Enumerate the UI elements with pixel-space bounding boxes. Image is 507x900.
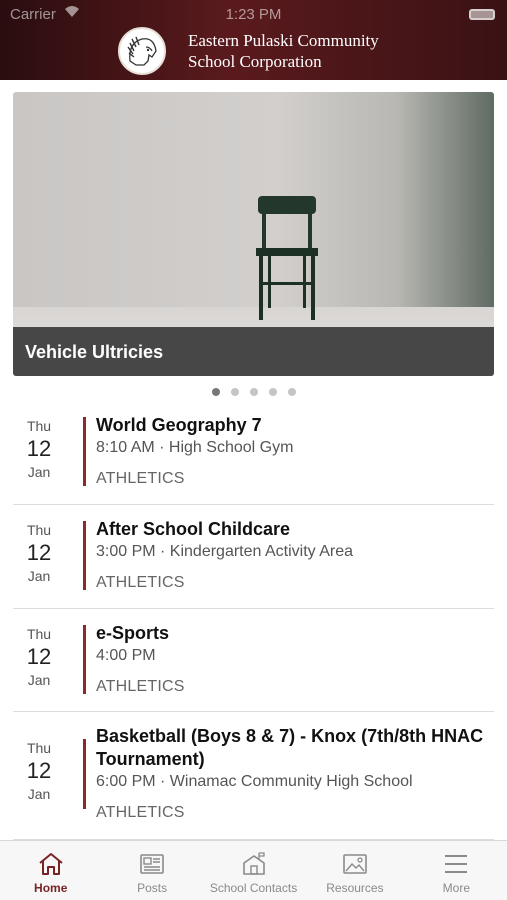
event-time-location: 4:00 PM [96, 647, 156, 664]
indian-head-logo-icon[interactable] [118, 27, 166, 75]
event-accent-bar [83, 521, 86, 590]
organization-name: Eastern Pulaski Community School Corpora… [188, 30, 448, 72]
event-title: After School Childcare [96, 519, 291, 539]
tab-label: Home [34, 881, 68, 895]
event-info: World Geography 7 8:10 AM · High School … [96, 414, 491, 488]
event-title: World Geography 7 [96, 415, 262, 435]
event-item[interactable]: Thu 12 Jan Basketball (Boys 8 & 7) - Kno… [0, 712, 507, 840]
event-month: Jan [27, 786, 51, 802]
battery-icon [469, 9, 495, 20]
event-accent-bar [83, 625, 86, 694]
home-icon [39, 853, 63, 875]
hamburger-menu-icon [445, 855, 468, 873]
event-month: Jan [27, 672, 51, 688]
org-name-line2: School Corporation [188, 52, 322, 71]
tab-home[interactable]: Home [0, 841, 101, 900]
event-title: Basketball (Boys 8 & 7) - Knox (7th/8th … [96, 726, 484, 769]
event-category: ATHLETICS [96, 804, 185, 821]
event-date: Thu 12 Jan [18, 626, 60, 688]
event-weekday: Thu [26, 522, 52, 538]
carousel-caption[interactable]: Vehicle Ultricies [13, 327, 494, 376]
event-time-location: 8:10 AM · High School Gym [96, 439, 294, 456]
event-item[interactable]: Thu 12 Jan e-Sports 4:00 PM ATHLETICS [0, 609, 507, 712]
app-header: Carrier 1:23 PM Eastern Pulaski Communit… [0, 0, 507, 80]
tab-school-contacts[interactable]: School Contacts [203, 841, 304, 900]
event-accent-bar [83, 739, 86, 809]
event-time-location: 6:00 PM · Winamac Community High School [96, 773, 413, 790]
event-weekday: Thu [26, 740, 52, 756]
featured-carousel[interactable]: Vehicle Ultricies [13, 92, 494, 376]
event-info: After School Childcare 3:00 PM · Kinderg… [96, 518, 491, 592]
event-day: 12 [26, 644, 52, 669]
newspaper-icon [140, 854, 164, 874]
event-month: Jan [27, 568, 51, 584]
status-time: 1:23 PM [225, 6, 282, 23]
event-weekday: Thu [26, 418, 52, 434]
event-month: Jan [27, 464, 51, 480]
event-time-location: 3:00 PM · Kindergarten Activity Area [96, 543, 354, 560]
school-building-icon [242, 852, 265, 875]
event-item[interactable]: Thu 12 Jan After School Childcare 3:00 P… [0, 505, 507, 609]
org-name-line1: Eastern Pulaski Community [188, 31, 379, 50]
tab-more[interactable]: More [406, 841, 507, 900]
image-icon [343, 854, 367, 874]
event-date: Thu 12 Jan [18, 418, 60, 480]
event-weekday: Thu [26, 626, 52, 642]
event-accent-bar [83, 417, 86, 486]
status-bar: Carrier 1:23 PM [0, 4, 507, 24]
chair-image [256, 196, 318, 320]
event-info: e-Sports 4:00 PM ATHLETICS [96, 622, 491, 696]
event-day: 12 [26, 758, 52, 783]
tab-label: Posts [137, 881, 168, 895]
carousel-page-indicator[interactable] [0, 388, 507, 398]
event-day: 12 [26, 436, 52, 461]
event-title: e-Sports [96, 623, 170, 643]
event-date: Thu 12 Jan [18, 740, 60, 802]
event-day: 12 [26, 540, 52, 565]
page-dot[interactable] [249, 388, 258, 396]
tab-resources[interactable]: Resources [304, 841, 405, 900]
page-dot[interactable] [287, 388, 296, 396]
tab-label: School Contacts [209, 881, 298, 895]
tab-posts[interactable]: Posts [101, 841, 202, 900]
event-date: Thu 12 Jan [18, 522, 60, 584]
page-dot[interactable] [268, 388, 277, 396]
event-item[interactable]: Thu 12 Jan World Geography 7 8:10 AM · H… [0, 404, 507, 505]
tab-label: Resources [326, 881, 384, 895]
event-category: ATHLETICS [96, 470, 185, 487]
page-dot[interactable] [230, 388, 239, 396]
page-dot[interactable] [211, 388, 220, 396]
event-info: Basketball (Boys 8 & 7) - Knox (7th/8th … [96, 725, 491, 822]
tab-label: More [442, 881, 470, 895]
event-category: ATHLETICS [96, 574, 185, 591]
event-category: ATHLETICS [96, 678, 185, 695]
bottom-tab-bar: Home Posts School Contacts Resources Mor… [0, 840, 507, 900]
